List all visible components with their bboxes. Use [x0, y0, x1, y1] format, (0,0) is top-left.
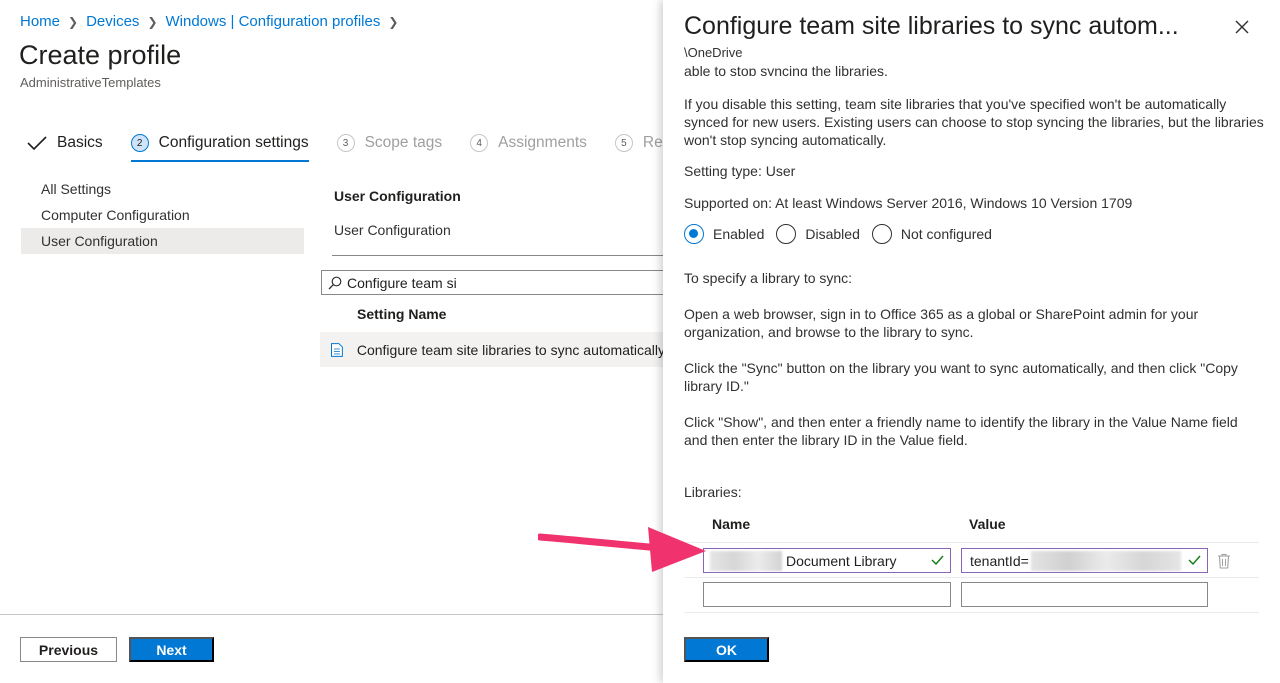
- library-name-field[interactable]: Document Library: [703, 548, 951, 573]
- field-value: Document Library: [786, 552, 897, 569]
- step-label: Scope tags: [364, 134, 443, 151]
- redacted-text: [710, 550, 782, 571]
- tree-item-user-configuration[interactable]: User Configuration: [21, 228, 304, 254]
- close-icon[interactable]: [1233, 18, 1251, 36]
- new-library-name-field[interactable]: [703, 582, 951, 607]
- column-header-value: Value: [969, 516, 1006, 532]
- radio-circle: [776, 224, 797, 244]
- supported-on: Supported on: At least Windows Server 20…: [684, 195, 1133, 211]
- row-divider: [684, 612, 1259, 613]
- tree-item-all-settings[interactable]: All Settings: [21, 176, 304, 202]
- ok-button[interactable]: OK: [684, 637, 769, 662]
- instruction-step-3: Click "Show", and then enter a friendly …: [684, 414, 1238, 448]
- redacted-text: [1030, 550, 1181, 571]
- field-value: tenantId=: [970, 552, 1029, 569]
- annotation-arrow-icon: [538, 527, 706, 572]
- state-radio-group: Enabled Disabled Not configured: [684, 224, 1004, 244]
- specify-heading: To specify a library to sync:: [684, 270, 853, 286]
- step-assignments[interactable]: 4 Assignments: [470, 129, 587, 157]
- breadcrumb-home[interactable]: Home: [20, 13, 60, 30]
- setting-type: Setting type: User: [684, 163, 796, 179]
- radio-label: Disabled: [805, 226, 860, 242]
- search-value: Configure team si: [347, 274, 457, 291]
- new-library-value-field[interactable]: [961, 582, 1208, 607]
- chevron-right-icon: ❯: [147, 14, 158, 29]
- setting-name: Configure team site libraries to sync au…: [356, 341, 665, 358]
- checkmark-icon: [931, 555, 944, 565]
- step-scope-tags[interactable]: 3 Scope tags: [336, 129, 443, 157]
- chevron-right-icon: ❯: [68, 14, 79, 29]
- row-divider: [684, 542, 1259, 543]
- step-configuration-settings[interactable]: 2 Configuration settings: [130, 129, 309, 162]
- checkmark-icon: [27, 136, 47, 150]
- radio-label: Enabled: [713, 226, 765, 242]
- scrolled-text-fragment: able to stop syncing the libraries.: [684, 63, 888, 76]
- document-icon: [331, 342, 343, 357]
- setting-details-panel: Configure team site libraries to sync au…: [663, 0, 1280, 683]
- step-number: 2: [130, 134, 149, 152]
- radio-disabled[interactable]: Disabled: [776, 224, 860, 244]
- instruction-step-2: Click the "Sync" button on the library y…: [684, 360, 1238, 394]
- step-label: Basics: [57, 134, 103, 151]
- breadcrumb-devices[interactable]: Devices: [86, 13, 139, 30]
- libraries-label: Libraries:: [684, 484, 742, 500]
- step-number: 3: [336, 134, 355, 152]
- tree-item-computer-configuration[interactable]: Computer Configuration: [21, 202, 304, 228]
- section-heading: User Configuration: [334, 188, 461, 204]
- page-title: Create profile: [19, 40, 182, 70]
- radio-not-configured[interactable]: Not configured: [871, 224, 992, 244]
- step-number: 5: [614, 134, 633, 152]
- table-row[interactable]: Configure team site libraries to sync au…: [320, 332, 665, 367]
- column-header-name: Name: [712, 516, 751, 532]
- column-header-setting-name[interactable]: Setting Name: [357, 306, 446, 322]
- breadcrumb-configuration-profiles[interactable]: Windows | Configuration profiles: [166, 13, 381, 30]
- settings-tree: All Settings Computer Configuration User…: [21, 176, 304, 254]
- instruction-step-1: Open a web browser, sign in to Office 36…: [684, 306, 1199, 340]
- description-disable: If you disable this setting, team site l…: [684, 96, 1264, 148]
- step-label: Configuration settings: [158, 134, 309, 151]
- divider: [332, 255, 665, 256]
- checkmark-icon: [1188, 555, 1201, 565]
- chevron-right-icon: ❯: [388, 14, 399, 29]
- page-subtitle: AdministrativeTemplates: [20, 75, 161, 90]
- radio-circle: [684, 224, 704, 244]
- section-path: User Configuration: [334, 222, 451, 238]
- previous-button[interactable]: Previous: [20, 637, 117, 662]
- step-label: Assignments: [498, 134, 587, 151]
- trash-icon[interactable]: [1217, 553, 1231, 569]
- search-icon: [328, 276, 342, 289]
- radio-circle: [871, 224, 892, 244]
- radio-label: Not configured: [900, 226, 992, 242]
- step-number: 4: [470, 134, 489, 152]
- breadcrumb: Home ❯ Devices ❯ Windows | Configuration…: [20, 13, 406, 30]
- footer-divider: [0, 614, 665, 615]
- step-basics[interactable]: Basics: [27, 129, 103, 157]
- settings-search-input[interactable]: Configure team si: [321, 270, 671, 295]
- next-button[interactable]: Next: [129, 637, 214, 662]
- panel-title: Configure team site libraries to sync au…: [684, 12, 1179, 40]
- row-divider: [684, 577, 1259, 578]
- wizard-steps: Basics 2 Configuration settings 3 Scope …: [27, 126, 722, 162]
- library-value-field[interactable]: tenantId=: [961, 548, 1208, 573]
- create-profile-page: Home ❯ Devices ❯ Windows | Configuration…: [0, 0, 694, 683]
- radio-enabled[interactable]: Enabled: [684, 224, 764, 244]
